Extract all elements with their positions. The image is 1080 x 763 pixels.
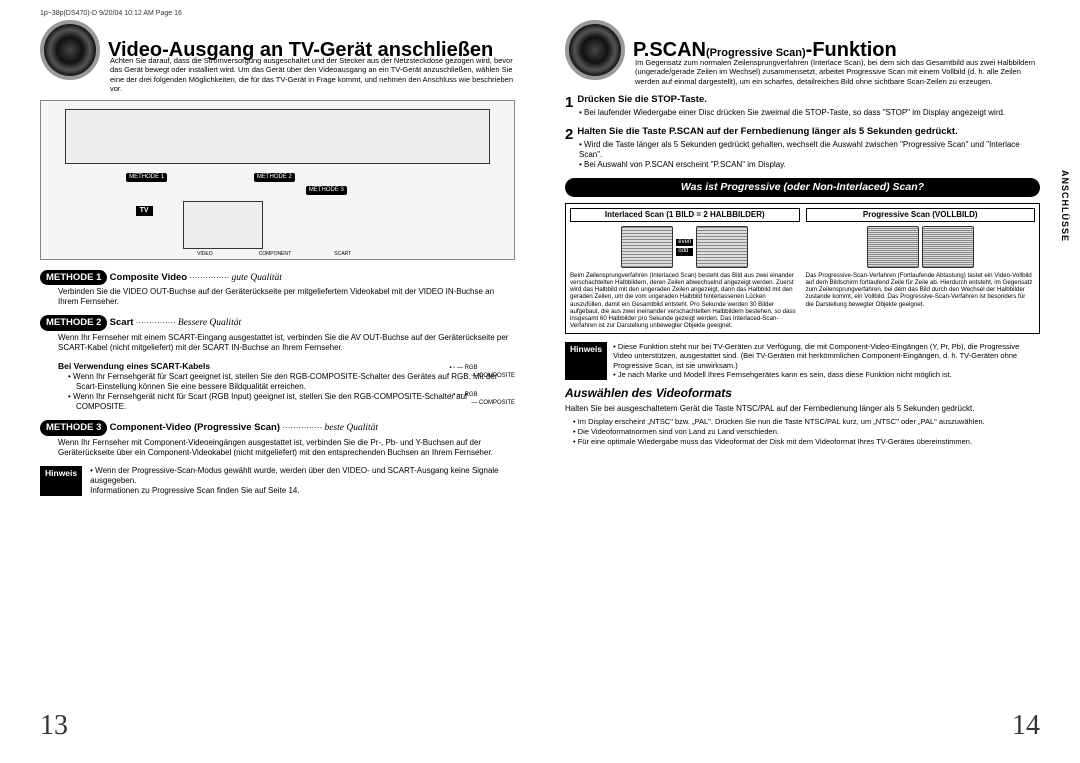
- diagram-m1: METHODE 1: [126, 173, 167, 183]
- frame-icon: [696, 226, 748, 268]
- header-meta: 1p~38p(DS470)-D 9/20/04 10:12 AM Page 16: [40, 10, 182, 19]
- format-l2: • Die Videoformatnormen sind von Land zu…: [573, 427, 1040, 436]
- method2-bullets: • Wenn Ihr Fernsehgerät für Scart geeign…: [68, 372, 515, 412]
- method2-subh: Bei Verwendung eines SCART-Kabels: [58, 361, 515, 372]
- format-l3: • Für eine optimale Wiedergabe muss das …: [573, 437, 1040, 446]
- even-label: even: [676, 239, 693, 247]
- device-diagram: TV METHODE 1 METHODE 2 METHODE 3 VIDEO C…: [40, 100, 515, 260]
- tv-label: TV: [136, 206, 153, 217]
- method2-title: Scart: [110, 317, 134, 328]
- method3-title: Component-Video (Progressive Scan): [110, 422, 280, 433]
- format-h: Auswählen des Videoformats: [565, 386, 1040, 401]
- diagram-m2: METHODE 2: [254, 173, 295, 183]
- scan-box: Interlaced Scan (1 BILD = 2 HALBBILDER) …: [565, 203, 1040, 334]
- page-right: ANSCHLÜSSE P.SCAN(Progressive Scan)-Funk…: [565, 20, 1040, 743]
- rh-line2: • Je nach Marke und Modell Ihres Fernseh…: [613, 370, 1040, 379]
- page-left: 1p~38p(DS470)-D 9/20/04 10:12 AM Page 16…: [40, 20, 515, 743]
- format-l1: • Im Display erscheint „NTSC" bzw. „PAL"…: [573, 417, 1040, 426]
- method2-label: METHODE 2: [40, 315, 107, 331]
- switch-diagram: ▪ ▫ — RGB — COMPOSITE ▫ ▪ — RGB — COMPOS…: [449, 365, 515, 407]
- method1-title: Composite Video: [110, 272, 187, 283]
- method3-qual: beste Qualität: [324, 423, 378, 433]
- hinweis-label-right: Hinweis: [565, 342, 607, 380]
- right-hinweis: Hinweis • Diese Funktion steht nur bei T…: [565, 342, 1040, 380]
- method2-b1: • Wenn Ihr Fernsehgerät für Scart geeign…: [68, 372, 515, 392]
- col1-desc: Beim Zeilensprungverfahren (Interlaced S…: [570, 272, 800, 329]
- method2-b2: • Wenn Ihr Fernsehgerät nicht für Scart …: [68, 392, 515, 412]
- step-2: 2 Halten Sie die Taste P.SCAN auf der Fe…: [565, 126, 1040, 170]
- col-progressive: Progressive Scan (VOLLBILD) Das Progress…: [806, 208, 1036, 329]
- page-num-left: 13: [40, 708, 68, 743]
- step1-body: • Bei laufender Wiedergabe einer Disc dr…: [579, 108, 1040, 118]
- col-interlaced: Interlaced Scan (1 BILD = 2 HALBBILDER) …: [570, 208, 800, 329]
- method3-body: Wenn Ihr Fernseher mit Component-Videoei…: [58, 438, 515, 458]
- speaker-icon: [565, 20, 625, 80]
- jack-scart: SCART: [334, 251, 351, 257]
- rh-line1: • Diese Funktion steht nur bei TV-Geräte…: [613, 342, 1040, 370]
- method1-label: METHODE 1: [40, 270, 107, 286]
- hinweis-label-left: Hinweis: [40, 466, 82, 496]
- left-hinweis-l2: Informationen zu Progressive Scan finden…: [90, 486, 515, 496]
- step-1: 1 Drücken Sie die STOP-Taste. • Bei lauf…: [565, 94, 1040, 118]
- method1: METHODE 1 Composite Video ··············…: [40, 270, 515, 308]
- side-tab: ANSCHLÜSSE: [1059, 170, 1070, 242]
- jack-component: COMPONENT: [259, 251, 292, 257]
- pscan-mid: (Progressive Scan): [706, 47, 806, 59]
- step1-num: 1: [565, 94, 573, 113]
- banner: Was ist Progressive (oder Non-Interlaced…: [565, 178, 1040, 197]
- method1-body: Verbinden Sie die VIDEO OUT-Buchse auf d…: [58, 287, 515, 307]
- jack-video: VIDEO: [197, 251, 213, 257]
- diagram-m3: METHODE 3: [306, 186, 347, 196]
- col2-desc: Das Progressive-Scan-Verfahren (Fortlauf…: [806, 272, 1036, 308]
- right-intro: Im Gegensatz zum normalen Zeilensprungve…: [635, 58, 1040, 86]
- step2-body: • Wird die Taste länger als 5 Sekunden g…: [579, 140, 1040, 170]
- method3: METHODE 3 Component-Video (Progressive S…: [40, 420, 515, 458]
- method2-qual: Bessere Qualität: [178, 318, 241, 328]
- method1-qual: gute Qualität: [232, 273, 282, 283]
- format-list: • Im Display erscheint „NTSC" bzw. „PAL"…: [573, 417, 1040, 447]
- left-hinweis: Hinweis • Wenn der Progressive-Scan-Modu…: [40, 466, 515, 496]
- left-intro: Achten Sie darauf, dass die Stromversorg…: [110, 56, 515, 94]
- col2-h: Progressive Scan (VOLLBILD): [806, 208, 1036, 222]
- col1-h: Interlaced Scan (1 BILD = 2 HALBBILDER): [570, 208, 800, 222]
- step2-title: Halten Sie die Taste P.SCAN auf der Fern…: [577, 126, 957, 137]
- step1-title: Drücken Sie die STOP-Taste.: [577, 94, 707, 105]
- format-intro: Halten Sie bei ausgeschaltetem Gerät die…: [565, 404, 1040, 414]
- method2: METHODE 2 Scart ··············· Bessere …: [40, 315, 515, 412]
- left-hinweis-l1: • Wenn der Progressive-Scan-Modus gewähl…: [90, 466, 515, 486]
- frame-icon: [621, 226, 673, 268]
- frame-icon: [922, 226, 974, 268]
- odd-label: odd: [676, 248, 693, 256]
- speaker-icon: [40, 20, 100, 80]
- method2-body: Wenn Ihr Fernseher mit einem SCART-Einga…: [58, 333, 515, 353]
- method3-label: METHODE 3: [40, 420, 107, 436]
- step2-num: 2: [565, 126, 573, 145]
- frame-icon: [867, 226, 919, 268]
- page-num-right: 14: [1012, 708, 1040, 743]
